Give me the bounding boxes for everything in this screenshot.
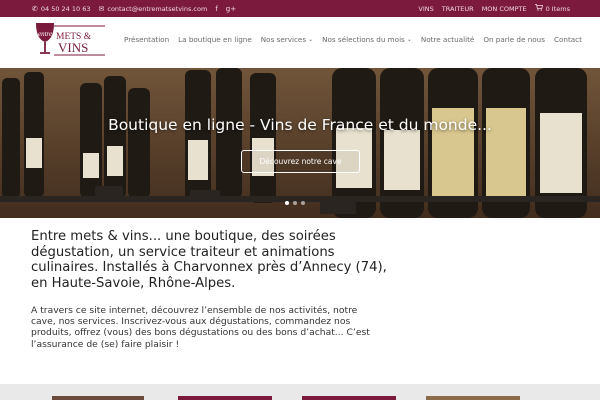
nav-label: On parle de nous <box>483 35 545 44</box>
top-link-mon-compte[interactable]: MON COMPTE <box>482 5 527 13</box>
top-link-traiteur[interactable]: TRAITEUR <box>442 5 474 13</box>
cart-count: 0 Items <box>545 4 570 13</box>
email-address: contact@entrematsetvins.com <box>107 4 208 13</box>
section-card-top <box>302 396 396 400</box>
google-plus-icon[interactable]: g+ <box>226 5 236 13</box>
phone-link[interactable]: ✆ 04 50 24 10 63 <box>32 5 91 13</box>
nav-label: Présentation <box>124 35 170 44</box>
wine-bottles-photo <box>0 68 600 218</box>
site-logo[interactable]: entre METS & VINS <box>33 20 108 58</box>
top-bar-links: VINS TRAITEUR MON COMPTE 0 Items <box>418 0 570 17</box>
slider-dot[interactable] <box>301 201 305 205</box>
discover-cellar-button[interactable]: Découvrez notre cave <box>241 150 360 173</box>
nav-item-presse[interactable]: On parle de nous <box>483 35 545 44</box>
phone-icon: ✆ <box>32 4 38 13</box>
hero-slider: Boutique en ligne - Vins de France et du… <box>0 68 600 218</box>
slider-dot[interactable] <box>293 201 297 205</box>
slider-dot[interactable] <box>285 201 289 205</box>
hero-title: Boutique en ligne - Vins de France et du… <box>108 116 492 134</box>
main-nav: Présentation La boutique en ligne Nos se… <box>124 17 582 62</box>
nav-item-contact[interactable]: Contact <box>554 35 582 44</box>
cart-link[interactable]: 0 Items <box>534 4 570 13</box>
section-card-top <box>52 396 144 400</box>
logo-word-vins: VINS <box>58 40 88 55</box>
envelope-icon: ✉ <box>98 4 105 13</box>
chevron-down-icon: ⌄ <box>308 36 314 43</box>
nav-item-presentation[interactable]: Présentation <box>124 35 169 44</box>
nav-label: La boutique en ligne <box>178 35 252 44</box>
email-link[interactable]: ✉ contact@entrematsetvins.com <box>99 5 208 13</box>
top-bar: ✆ 04 50 24 10 63 ✉ contact@entrematsetvi… <box>0 0 600 17</box>
nav-label: Notre actualité <box>420 35 475 44</box>
intro-heading: Entre mets & vins... une boutique, des s… <box>31 229 387 292</box>
nav-item-actualite[interactable]: Notre actualité <box>421 35 474 44</box>
nav-label: Nos services <box>260 35 307 44</box>
top-bar-contact: ✆ 04 50 24 10 63 ✉ contact@entrematsetvi… <box>32 0 236 17</box>
cart-icon <box>534 4 543 13</box>
phone-number: 04 50 24 10 63 <box>40 4 91 13</box>
top-link-vins[interactable]: VINS <box>418 5 433 13</box>
nav-label: Nos sélections du mois <box>322 35 405 44</box>
nav-item-boutique[interactable]: La boutique en ligne <box>178 35 252 44</box>
section-card-top <box>178 396 272 400</box>
section-card-top <box>426 396 520 400</box>
slider-dots <box>285 201 305 205</box>
logo-graphic: entre METS & VINS <box>36 23 105 56</box>
nav-item-services[interactable]: Nos services ⌄ <box>261 35 313 44</box>
facebook-icon[interactable]: f <box>215 5 217 13</box>
site-header: entre METS & VINS Présentation La boutiq… <box>0 17 600 68</box>
logo-word-entre: entre <box>38 30 52 38</box>
nav-item-selections[interactable]: Nos sélections du mois ⌄ <box>322 35 412 44</box>
chevron-down-icon: ⌄ <box>406 36 412 43</box>
nav-label: Contact <box>553 35 582 44</box>
intro-paragraph: A travers ce site internet, découvrez l’… <box>31 305 370 350</box>
